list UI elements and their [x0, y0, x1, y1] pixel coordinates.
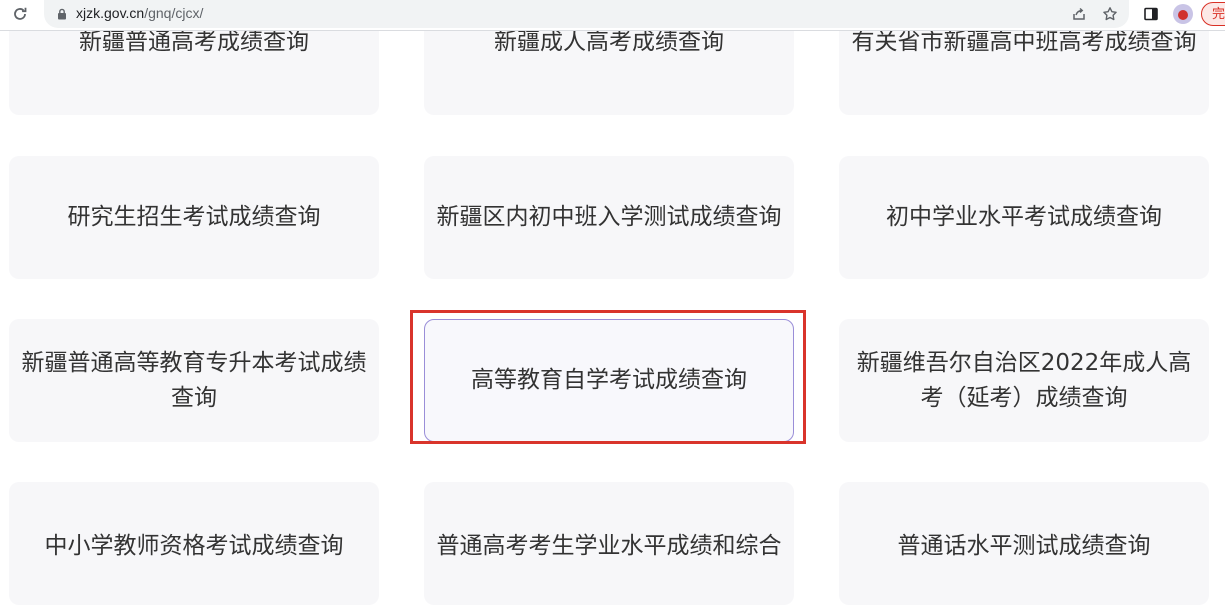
score-query-grid: 新疆普通高考成绩查询 新疆成人高考成绩查询 有关省市新疆高中班高考成绩查询 研究… — [0, 0, 1225, 605]
card-postgraduate-exam-score[interactable]: 研究生招生考试成绩查询 — [9, 156, 379, 279]
card-zhuanshengben-score[interactable]: 新疆普通高等教育专升本考试成绩查询 — [9, 319, 379, 442]
card-label: 初中学业水平考试成绩查询 — [886, 204, 1162, 230]
card-label: 高等教育自学考试成绩查询 — [471, 367, 747, 393]
card-academic-level-comprehensive-score[interactable]: 普通高考考生学业水平成绩和综合 — [424, 482, 794, 605]
card-junior-academic-level-score[interactable]: 初中学业水平考试成绩查询 — [839, 156, 1209, 279]
card-junior-class-entrance-score[interactable]: 新疆区内初中班入学测试成绩查询 — [424, 156, 794, 279]
url-text: xjzk.gov.cn/gnq/cjcx/ — [76, 5, 203, 21]
browser-update-chip[interactable]: 完 — [1201, 2, 1225, 26]
card-label: 新疆区内初中班入学测试成绩查询 — [436, 204, 782, 230]
lock-icon — [58, 8, 66, 20]
card-adult-gaokao-2022-delayed-score[interactable]: 新疆维吾尔自治区2022年成人高考（延考）成绩查询 — [839, 319, 1209, 442]
browser-toolbar: xjzk.gov.cn/gnq/cjcx/ 完 — [0, 0, 1225, 30]
url-host: xjzk.gov.cn — [76, 5, 145, 21]
reload-icon[interactable] — [11, 6, 29, 24]
side-panel-icon[interactable] — [1142, 6, 1160, 24]
url-path: /gnq/cjcx/ — [144, 5, 204, 21]
address-bar[interactable]: xjzk.gov.cn/gnq/cjcx/ — [44, 0, 1129, 28]
card-label: 中小学教师资格考试成绩查询 — [44, 533, 344, 559]
card-teacher-qualification-score[interactable]: 中小学教师资格考试成绩查询 — [9, 482, 379, 605]
card-label: 普通话水平测试成绩查询 — [897, 533, 1151, 559]
card-label: 新疆维吾尔自治区2022年成人高考（延考）成绩查询 — [856, 349, 1192, 411]
card-label: 新疆普通高等教育专升本考试成绩查询 — [21, 349, 367, 411]
profile-avatar[interactable] — [1173, 4, 1193, 24]
card-mandarin-test-score[interactable]: 普通话水平测试成绩查询 — [839, 482, 1209, 605]
share-icon[interactable] — [1070, 6, 1088, 24]
card-self-study-exam-score[interactable]: 高等教育自学考试成绩查询 — [424, 319, 794, 442]
bookmark-star-icon[interactable] — [1101, 6, 1119, 24]
toolbar-divider — [0, 30, 1225, 31]
card-label: 研究生招生考试成绩查询 — [67, 204, 321, 230]
card-label: 普通高考考生学业水平成绩和综合 — [436, 533, 782, 559]
